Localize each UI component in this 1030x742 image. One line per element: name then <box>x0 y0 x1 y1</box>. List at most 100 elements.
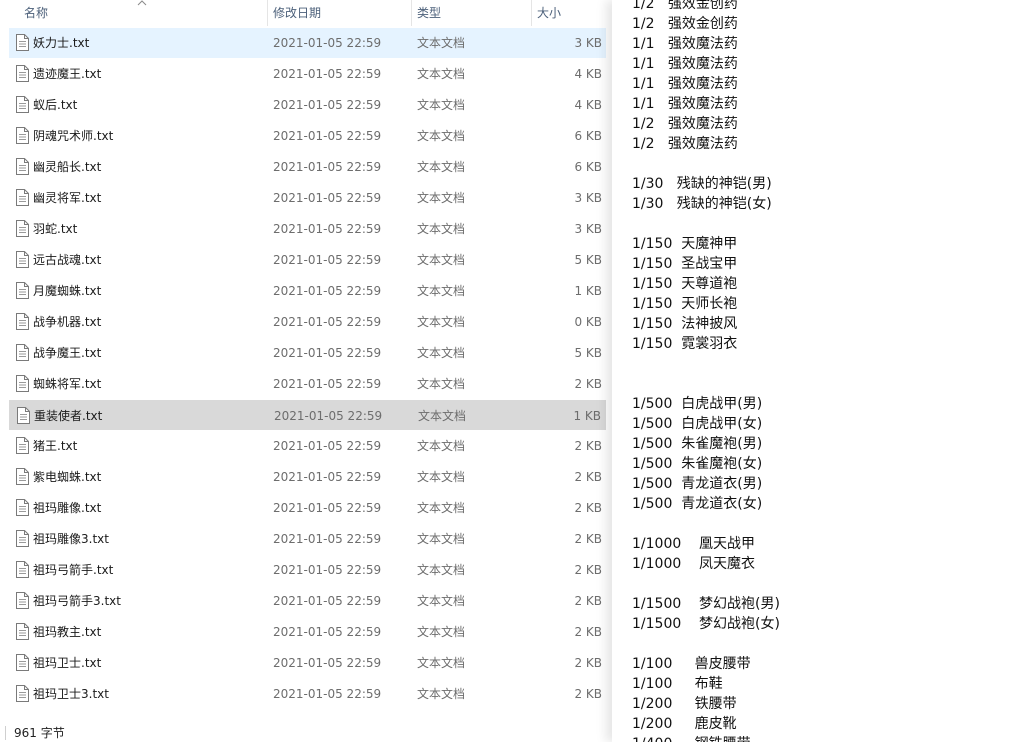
text-line: 1/500 白虎战甲(男) <box>632 396 763 412</box>
file-size: 3 KB <box>574 222 602 236</box>
file-date-modified: 2021-01-05 22:59 <box>273 191 382 205</box>
file-row[interactable]: 月魔蜘蛛.txt 2021-01-05 22:59 文本文档 1 KB <box>9 276 606 306</box>
file-name: 阴魂咒术师.txt <box>33 129 114 143</box>
text-line: 1/500 青龙道衣(女) <box>632 496 763 512</box>
text-line: 1/150 霓裳羽衣 <box>632 336 738 352</box>
file-date-modified: 2021-01-05 22:59 <box>273 160 382 174</box>
status-bar: 961 字节 <box>0 724 612 742</box>
file-size: 2 KB <box>574 470 602 484</box>
file-name: 蚁后.txt <box>33 98 78 112</box>
text-line <box>632 374 780 394</box>
file-row[interactable]: 战争魔王.txt 2021-01-05 22:59 文本文档 5 KB <box>9 338 606 368</box>
file-row[interactable]: 妖力士.txt 2021-01-05 22:59 文本文档 3 KB <box>9 28 606 58</box>
text-file-icon <box>17 407 30 424</box>
text-file-icon <box>16 313 29 330</box>
text-line: 1/150 圣战宝甲 <box>632 256 738 272</box>
file-size: 2 KB <box>574 625 602 639</box>
file-date-modified: 2021-01-05 22:59 <box>273 36 382 50</box>
file-row[interactable]: 祖玛弓箭手.txt 2021-01-05 22:59 文本文档 2 KB <box>9 555 606 585</box>
file-row[interactable]: 祖玛教主.txt 2021-01-05 22:59 文本文档 2 KB <box>9 617 606 647</box>
text-file-icon <box>16 34 29 51</box>
file-row[interactable]: 战争机器.txt 2021-01-05 22:59 文本文档 0 KB <box>9 307 606 337</box>
file-name: 月魔蜘蛛.txt <box>33 284 102 298</box>
text-line: 1/500 朱雀魔袍(女) <box>632 456 763 472</box>
file-name: 妖力士.txt <box>33 36 90 50</box>
file-row[interactable]: 远古战魂.txt 2021-01-05 22:59 文本文档 5 KB <box>9 245 606 275</box>
text-line: 1/100 布鞋 <box>632 676 723 692</box>
file-type: 文本文档 <box>417 625 466 639</box>
file-row[interactable]: 祖玛雕像.txt 2021-01-05 22:59 文本文档 2 KB <box>9 493 606 523</box>
file-type: 文本文档 <box>417 656 466 670</box>
file-date-modified: 2021-01-05 22:59 <box>273 253 382 267</box>
text-file-icon <box>16 282 29 299</box>
file-size: 6 KB <box>574 129 602 143</box>
column-type[interactable]: 类型 <box>411 0 531 26</box>
file-row[interactable]: 祖玛卫士3.txt 2021-01-05 22:59 文本文档 2 KB <box>9 679 606 709</box>
file-row[interactable]: 幽灵船长.txt 2021-01-05 22:59 文本文档 6 KB <box>9 152 606 182</box>
file-row[interactable]: 蚁后.txt 2021-01-05 22:59 文本文档 4 KB <box>9 90 606 120</box>
text-line <box>632 514 780 534</box>
file-size: 0 KB <box>574 315 602 329</box>
file-size: 5 KB <box>574 253 602 267</box>
file-row[interactable]: 幽灵将军.txt 2021-01-05 22:59 文本文档 3 KB <box>9 183 606 213</box>
file-row[interactable]: 蜘蛛将军.txt 2021-01-05 22:59 文本文档 2 KB <box>9 369 606 399</box>
file-type: 文本文档 <box>417 594 466 608</box>
column-name[interactable]: 名称 <box>18 0 268 26</box>
file-type: 文本文档 <box>417 501 466 515</box>
file-size: 3 KB <box>574 36 602 50</box>
file-name: 祖玛弓箭手.txt <box>33 563 114 577</box>
file-name: 蜘蛛将军.txt <box>33 377 102 391</box>
text-line: 1/200 鹿皮靴 <box>632 716 737 732</box>
file-size: 2 KB <box>574 501 602 515</box>
column-size[interactable]: 大小 <box>531 0 607 26</box>
text-line: 1/1500 梦幻战袍(女) <box>632 616 780 632</box>
file-type: 文本文档 <box>417 253 466 267</box>
screen: 牛王.txt2021-01-05 22:59文本文档2 KB妖力士.txt202… <box>0 0 1030 742</box>
text-line: 1/30 残缺的神铠(女) <box>632 196 772 212</box>
file-row[interactable]: 重装使者.txt 2021-01-05 22:59 文本文档 1 KB <box>9 400 606 430</box>
file-name: 幽灵船长.txt <box>33 160 102 174</box>
text-line: 1/30 残缺的神铠(男) <box>632 176 772 192</box>
file-size: 4 KB <box>574 98 602 112</box>
text-content[interactable]: 1/2 强效金创药 1/2 强效金创药 1/1 强效魔法药 1/1 强效魔法药 1/1 … <box>632 0 780 742</box>
text-line: 1/200 铁腰带 <box>632 696 737 712</box>
file-row[interactable]: 紫电蜘蛛.txt 2021-01-05 22:59 文本文档 2 KB <box>9 462 606 492</box>
file-size: 2 KB <box>574 532 602 546</box>
file-type: 文本文档 <box>417 284 466 298</box>
file-type: 文本文档 <box>417 470 466 484</box>
file-size: 2 KB <box>574 377 602 391</box>
text-file-icon <box>16 623 29 640</box>
text-line: 1/1000 凰天战甲 <box>632 536 756 552</box>
text-line: 1/2 强效金创药 <box>632 0 738 12</box>
text-file-icon <box>16 251 29 268</box>
file-name: 祖玛雕像.txt <box>33 501 102 515</box>
text-file-icon <box>16 65 29 82</box>
file-date-modified: 2021-01-05 22:59 <box>273 470 382 484</box>
file-row[interactable]: 祖玛雕像3.txt 2021-01-05 22:59 文本文档 2 KB <box>9 524 606 554</box>
file-row[interactable]: 羽蛇.txt 2021-01-05 22:59 文本文档 3 KB <box>9 214 606 244</box>
file-row[interactable]: 祖玛弓箭手3.txt 2021-01-05 22:59 文本文档 2 KB <box>9 586 606 616</box>
file-type: 文本文档 <box>417 315 466 329</box>
text-line: 1/150 天魔神甲 <box>632 236 738 252</box>
text-line: 1/2 强效魔法药 <box>632 136 738 152</box>
text-line: 1/1500 梦幻战袍(男) <box>632 596 780 612</box>
file-row[interactable]: 阴魂咒术师.txt 2021-01-05 22:59 文本文档 6 KB <box>9 121 606 151</box>
file-name: 祖玛弓箭手3.txt <box>33 594 121 608</box>
file-size: 5 KB <box>574 346 602 360</box>
column-modified[interactable]: 修改日期 <box>267 0 411 26</box>
text-file-icon <box>16 499 29 516</box>
text-line: 1/2 强效金创药 <box>632 16 738 32</box>
file-row[interactable]: 祖玛卫士.txt 2021-01-05 22:59 文本文档 2 KB <box>9 648 606 678</box>
file-type: 文本文档 <box>417 222 466 236</box>
file-size: 6 KB <box>574 160 602 174</box>
file-row[interactable]: 遗迹魔王.txt 2021-01-05 22:59 文本文档 4 KB <box>9 59 606 89</box>
file-type: 文本文档 <box>417 377 466 391</box>
file-date-modified: 2021-01-05 22:59 <box>273 346 382 360</box>
file-row[interactable]: 猪王.txt 2021-01-05 22:59 文本文档 2 KB <box>9 431 606 461</box>
text-line: 1/1 强效魔法药 <box>632 76 738 92</box>
text-line: 1/400 钢铁腰带 <box>632 734 780 742</box>
text-editor-pane[interactable]: 1/2 强效金创药 1/2 强效金创药 1/1 强效魔法药 1/1 强效魔法药 1/1 … <box>612 0 1030 742</box>
file-date-modified: 2021-01-05 22:59 <box>273 222 382 236</box>
file-type: 文本文档 <box>418 409 467 423</box>
file-date-modified: 2021-01-05 22:59 <box>273 129 382 143</box>
